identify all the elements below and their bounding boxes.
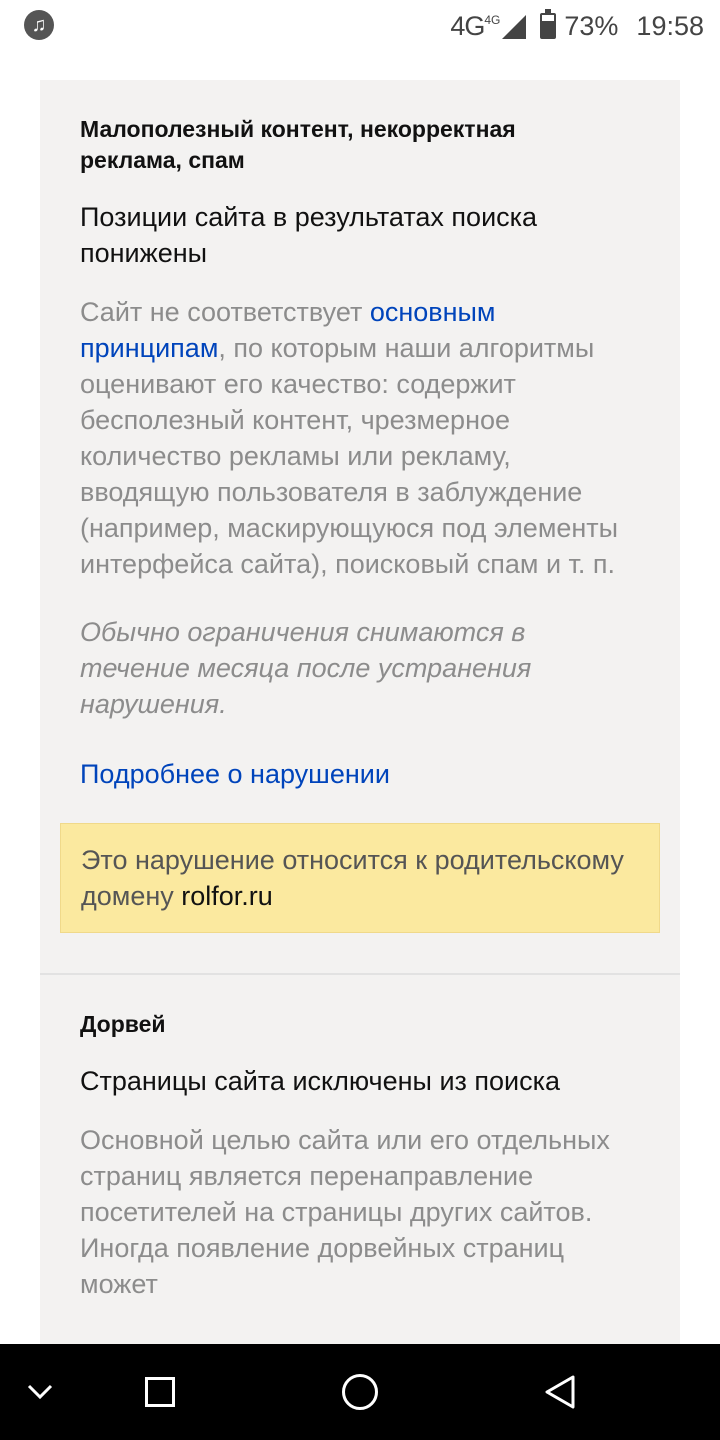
- violations-card: Малополезный контент, некорректная рекла…: [40, 80, 680, 1344]
- back-triangle-icon[interactable]: [510, 1344, 610, 1440]
- parent-domain-notice: Это нарушение относится к родительскому …: [60, 823, 660, 933]
- battery-fill: [542, 20, 555, 37]
- violation-description: Основной целью сайта или его отдельных с…: [80, 1125, 610, 1299]
- violation-description: Сайт не соответствует основным принципам…: [80, 294, 640, 582]
- notice-domain: rolfor.ru: [181, 881, 273, 911]
- recents-square-icon[interactable]: [110, 1344, 210, 1440]
- home-circle-icon[interactable]: [310, 1344, 410, 1440]
- network-label: 4G: [450, 10, 485, 41]
- violation-section-doorway: Дорвей Страницы сайта исключены из поиск…: [40, 975, 680, 1302]
- network-sup-label: 4G: [484, 12, 501, 27]
- description-text-before: Сайт не соответствует: [80, 297, 370, 327]
- violation-status: Страницы сайта исключены из поиска: [80, 1066, 561, 1096]
- status-bar: ♫ 4G 4G 73% 19:58: [0, 0, 720, 54]
- clock: 19:58: [636, 10, 704, 41]
- violation-note: Обычно ограничения снимаются в течение м…: [80, 617, 532, 719]
- violation-details-link[interactable]: Подробнее о нарушении: [80, 756, 640, 792]
- violation-category: Дорвей: [80, 1011, 166, 1037]
- violation-section-spam: Малополезный контент, некорректная рекла…: [40, 80, 680, 792]
- battery-icon: [540, 9, 557, 39]
- notice-text: Это нарушение относится к родительскому …: [81, 845, 624, 911]
- network-indicator: 4G 4G: [450, 10, 527, 42]
- navigation-bar: [0, 1344, 720, 1440]
- battery-percent: 73%: [564, 10, 619, 41]
- violation-category: Малополезный контент, некорректная рекла…: [80, 116, 516, 173]
- description-text-after: , по которым наши алгоритмы оценивают ег…: [80, 333, 619, 579]
- status-indicators: 4G 4G 73% 19:58: [450, 6, 704, 46]
- music-note-icon: ♫: [24, 10, 54, 40]
- chevron-down-icon[interactable]: [0, 1344, 90, 1440]
- violation-status: Позиции сайта в результатах поиска пониж…: [80, 202, 538, 268]
- signal-icon: [502, 15, 527, 39]
